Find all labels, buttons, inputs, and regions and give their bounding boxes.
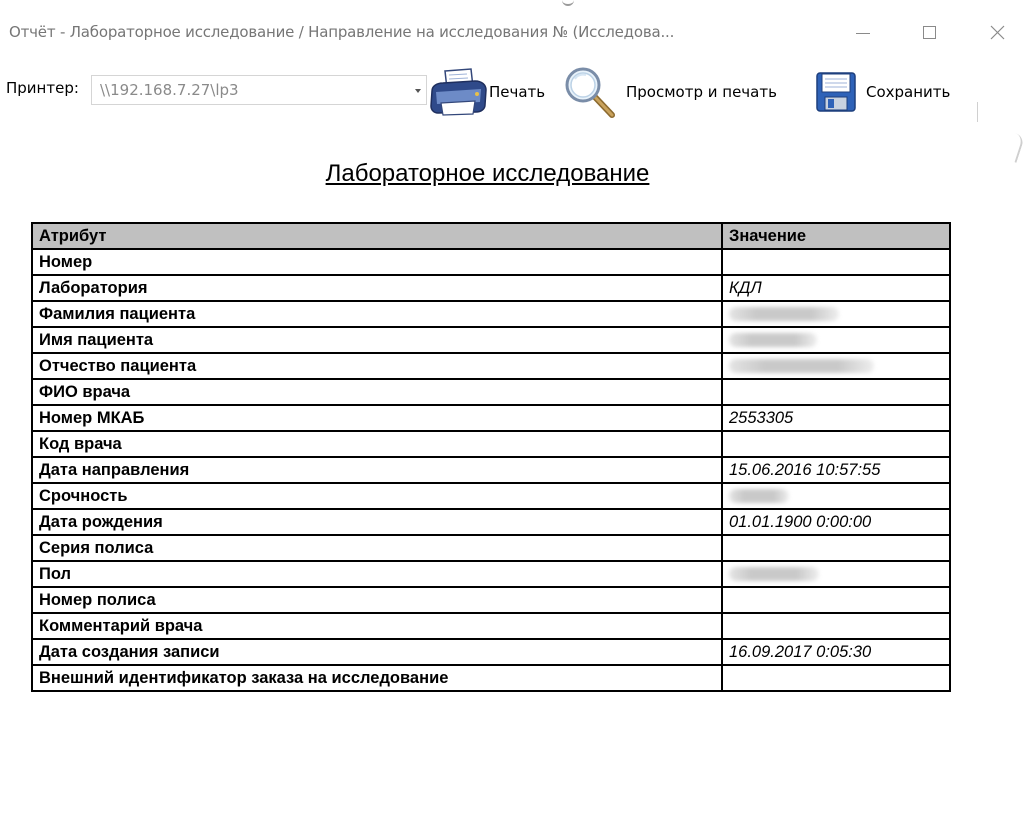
attribute-cell: Номер МКАБ	[31, 404, 723, 432]
printer-icon	[430, 68, 487, 116]
table-row: Номер полиса	[31, 586, 951, 614]
attribute-cell: Дата направления	[31, 456, 723, 484]
value-cell: 01.01.1900 0:00:00	[721, 508, 951, 536]
value-cell	[721, 560, 951, 588]
value-cell	[721, 482, 951, 510]
value-cell: 16.09.2017 0:05:30	[721, 638, 951, 666]
minimize-button[interactable]	[840, 14, 886, 50]
attribute-cell: Дата рождения	[31, 508, 723, 536]
table-row: Номер МКАБ 2553305	[31, 404, 951, 432]
save-button[interactable]: Сохранить	[814, 62, 950, 122]
attribute-cell: Серия полиса	[31, 534, 723, 562]
scroll-indicator	[1006, 133, 1025, 163]
table-row: Дата создания записи 16.09.2017 0:05:30	[31, 638, 951, 666]
maximize-icon	[922, 25, 936, 39]
report-preview[interactable]: Лабораторное исследование Атрибут Значен…	[0, 122, 1025, 836]
table-row: Номер	[31, 248, 951, 276]
attribute-cell: ФИО врача	[31, 378, 723, 406]
redacted-value	[729, 359, 874, 374]
attribute-cell: Код врача	[31, 430, 723, 458]
preview-and-print-button-label: Просмотр и печать	[626, 83, 777, 101]
table-row: Код врача	[31, 430, 951, 458]
value-cell	[721, 430, 951, 458]
attribute-cell: Дата создания записи	[31, 638, 723, 666]
value-cell	[721, 664, 951, 692]
table-row: Лаборатория КДЛ	[31, 274, 951, 302]
redacted-value	[729, 333, 817, 348]
table-row: Серия полиса	[31, 534, 951, 562]
preview-and-print-button[interactable]: Просмотр и печать	[562, 62, 777, 122]
title-bar: Отчёт - Лабораторное исследование / Напр…	[0, 0, 1025, 62]
value-cell	[721, 248, 951, 276]
value-cell	[721, 612, 951, 640]
printer-select[interactable]: \\192.168.7.27\lp3	[91, 75, 427, 105]
printer-label: Принтер:	[6, 79, 79, 97]
magnifier-icon	[565, 67, 615, 118]
report-toolbar: Принтер: \\192.168.7.27\lp3 Печать Просм…	[0, 62, 980, 122]
attribute-cell: Номер полиса	[31, 586, 723, 614]
table-row: Дата рождения 01.01.1900 0:00:00	[31, 508, 951, 536]
table-row: Дата направления 15.06.2016 10:57:55	[31, 456, 951, 484]
value-cell: 2553305	[721, 404, 951, 432]
table-row: Пол	[31, 560, 951, 588]
redacted-value	[729, 567, 819, 582]
value-cell	[721, 378, 951, 406]
attribute-cell: Пол	[31, 560, 723, 588]
maximize-button[interactable]	[906, 14, 952, 50]
attribute-cell: Срочность	[31, 482, 723, 510]
attribute-cell: Внешний идентификатор заказа на исследов…	[31, 664, 723, 692]
redacted-value	[729, 307, 839, 322]
header-value: Значение	[721, 222, 951, 250]
attribute-cell: Комментарий врача	[31, 612, 723, 640]
value-cell	[721, 326, 951, 354]
value-cell	[721, 300, 951, 328]
attributes-table: Атрибут Значение Номер Лаборатория КДЛ Фами…	[31, 222, 951, 692]
table-body: Номер Лаборатория КДЛ Фамилия пациента Имя п…	[31, 248, 951, 692]
value-cell	[721, 352, 951, 380]
attribute-cell: Лаборатория	[31, 274, 723, 302]
report-title: Лабораторное исследование	[325, 160, 650, 187]
toolbar-divider	[977, 102, 978, 122]
table-row: Фамилия пациента	[31, 300, 951, 328]
window-title: Отчёт - Лабораторное исследование / Напр…	[9, 23, 675, 41]
attribute-cell: Отчество пациента	[31, 352, 723, 380]
value-cell: 15.06.2016 10:57:55	[721, 456, 951, 484]
header-attribute: Атрибут	[31, 222, 723, 250]
attribute-cell: Имя пациента	[31, 326, 723, 354]
value-cell: КДЛ	[721, 274, 951, 302]
chevron-down-icon[interactable]	[410, 85, 426, 97]
table-row: Комментарий врача	[31, 612, 951, 640]
close-button[interactable]	[974, 14, 1020, 50]
attribute-cell: Фамилия пациента	[31, 300, 723, 328]
table-row: Внешний идентификатор заказа на исследов…	[31, 664, 951, 692]
table-header-row: Атрибут Значение	[31, 222, 951, 250]
table-row: Имя пациента	[31, 326, 951, 354]
table-row: Срочность	[31, 482, 951, 510]
table-row: ФИО врача	[31, 378, 951, 406]
redacted-value	[729, 489, 789, 504]
floppy-disk-icon	[816, 72, 856, 112]
printer-select-value: \\192.168.7.27\lp3	[100, 81, 239, 99]
close-icon	[990, 25, 1004, 39]
attribute-cell: Номер	[31, 248, 723, 276]
table-row: Отчество пациента	[31, 352, 951, 380]
minimize-icon	[856, 32, 870, 34]
value-cell	[721, 586, 951, 614]
print-button-label: Печать	[489, 83, 546, 101]
title-bar-decoration	[562, 0, 574, 6]
value-cell	[721, 534, 951, 562]
print-button[interactable]: Печать	[427, 62, 545, 122]
save-button-label: Сохранить	[866, 83, 951, 101]
